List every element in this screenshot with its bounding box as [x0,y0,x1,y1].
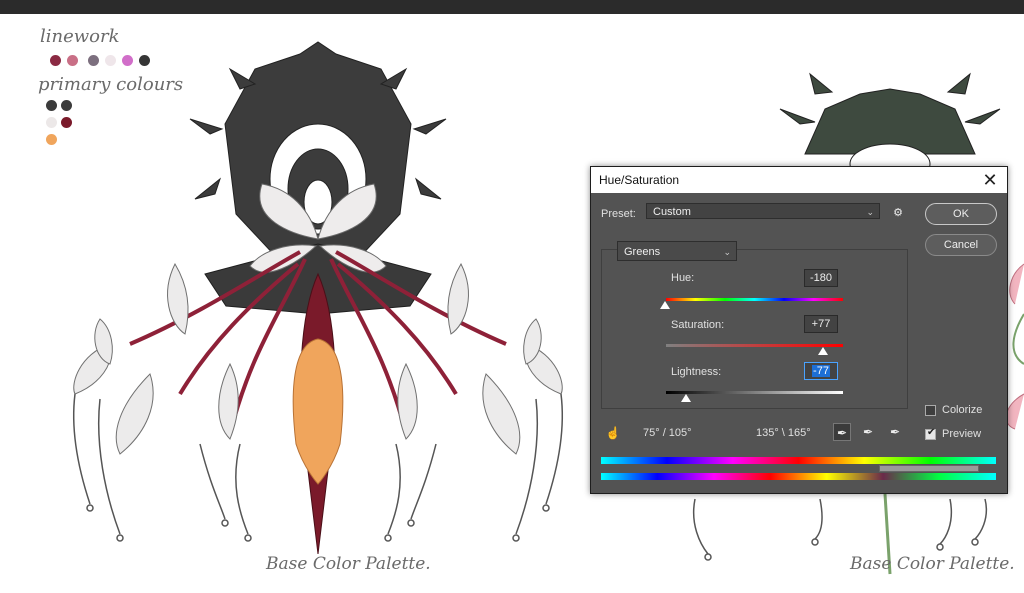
color-range-slider[interactable] [879,465,979,472]
lightness-slider-track[interactable] [666,391,843,394]
ok-button[interactable]: OK [925,203,997,225]
lightness-input[interactable]: -77 [804,362,838,380]
saturation-slider-thumb[interactable] [818,347,828,355]
preview-checkbox[interactable] [925,427,936,440]
range-right-readout: 135° \ 165° [756,427,811,439]
colorize-checkbox[interactable] [925,405,936,416]
app-top-bar [0,0,1024,14]
gear-icon[interactable]: ⚙ [889,204,907,222]
lightness-slider-thumb[interactable] [681,394,691,402]
dialog-title: Hue/Saturation [599,173,680,187]
lightness-value: -77 [812,365,830,377]
dialog-titlebar[interactable]: Hue/Saturation ✕ [591,167,1007,193]
input-color-bar [601,457,996,464]
hue-saturation-dialog: Hue/Saturation ✕ Preset: Custom ⌄ ⚙ OK C… [590,166,1008,494]
caption-left: Base Color Palette. [266,554,431,574]
saturation-input[interactable]: +77 [804,315,838,333]
eyedropper-add-icon[interactable]: ✒ [859,423,877,441]
hue-label: Hue: [671,272,695,284]
hue-slider-thumb[interactable] [660,301,670,309]
cancel-button[interactable]: Cancel [925,234,997,256]
eyedropper-subtract-icon[interactable]: ✒ [886,423,904,441]
close-icon[interactable]: ✕ [979,169,1001,191]
preset-label: Preset: [601,208,636,220]
saturation-slider-track[interactable] [666,344,843,347]
channel-value: Greens [624,246,661,258]
output-color-bar [601,473,996,480]
caption-right: Base Color Palette. [850,554,1015,574]
lightness-label: Lightness: [671,366,722,378]
chevron-down-icon: ⌄ [723,247,731,257]
hue-slider-track[interactable] [666,298,843,301]
preset-dropdown[interactable]: Custom ⌄ [646,203,880,219]
adjustment-group [601,249,908,409]
preset-value: Custom [653,206,691,218]
chevron-down-icon: ⌄ [866,207,874,217]
colorize-label: Colorize [942,404,983,416]
range-left-readout: 75° / 105° [643,427,692,439]
saturation-label: Saturation: [671,319,725,331]
preview-label: Preview [942,428,982,440]
hue-input[interactable]: -180 [804,269,838,287]
center-body [292,272,344,555]
illustration-left [72,41,564,555]
eyedropper-icon[interactable]: ✒ [833,423,851,441]
channel-dropdown[interactable]: Greens ⌄ [617,241,737,261]
hand-adjust-icon[interactable]: ☝ [604,424,622,442]
